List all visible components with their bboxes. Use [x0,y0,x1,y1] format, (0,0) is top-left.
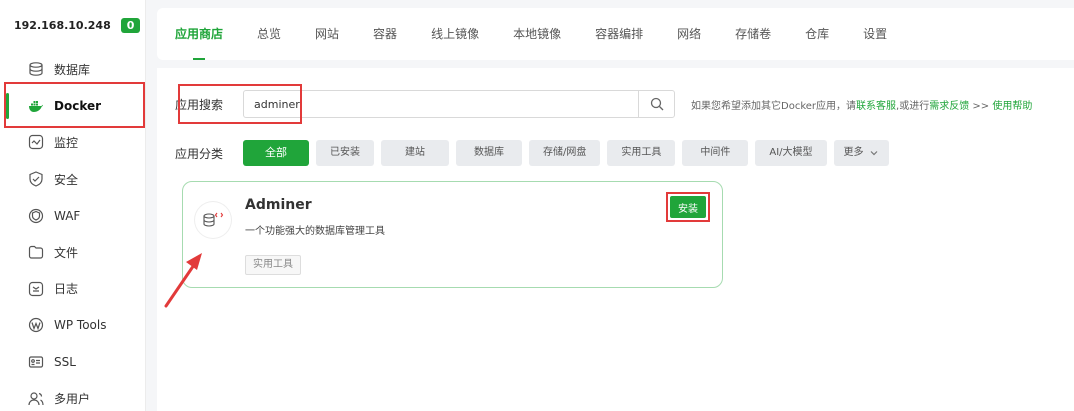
feedback-link[interactable]: 需求反馈 [929,101,969,112]
category-database[interactable]: 数据库 [456,140,522,166]
tab-overview[interactable]: 总览 [257,8,281,60]
category-storage[interactable]: 存储/网盘 [529,140,601,166]
sidebar: 192.168.10.248 0 数据库 Docker 监控 安全 WAF 文件 [0,0,146,411]
category-more-label: 更多 [843,147,864,158]
app-store-panel: 应用搜索 如果您希望添加其它Docker应用，请联系客服,或进行需求反馈 >> … [157,68,1074,411]
app-category-tag: 实用工具 [245,255,301,275]
alert-count-badge[interactable]: 0 [120,17,141,33]
chevron-down-icon [870,151,877,156]
log-icon [28,281,44,296]
sidebar-item-label: 安全 [54,172,79,187]
hint-separator: >> [969,101,993,112]
sidebar-item-label: SSL [54,355,76,370]
monitor-icon [28,135,44,150]
tab-local-images[interactable]: 本地镜像 [513,8,561,60]
docker-highlight-box [4,82,145,128]
wordpress-icon [28,318,44,333]
sidebar-item-label: WP Tools [54,318,107,333]
database-icon [29,62,43,77]
category-row: 应用分类 全部 已安装 建站 数据库 存储/网盘 实用工具 中间件 AI/大模型… [175,140,896,166]
contact-support-link[interactable]: 联系客服 [856,101,896,112]
adminer-logo-icon [195,202,231,238]
category-site-building[interactable]: 建站 [381,140,449,166]
tab-app-store[interactable]: 应用商店 [175,8,223,60]
search-button[interactable] [638,91,674,117]
sidebar-item-monitor[interactable]: 监控 [0,124,146,161]
category-more[interactable]: 更多 [833,140,889,166]
search-highlight-box [178,84,302,124]
tab-websites[interactable]: 网站 [315,8,339,60]
tab-online-images[interactable]: 线上镜像 [431,8,479,60]
sidebar-item-label: 多用户 [54,392,91,407]
host-info[interactable]: 192.168.10.248 0 [8,14,141,36]
category-installed[interactable]: 已安装 [316,140,374,166]
app-card-adminer[interactable]: Adminer 一个功能强大的数据库管理工具 实用工具 安装 [182,181,723,288]
category-utilities[interactable]: 实用工具 [607,140,676,166]
sidebar-item-label: 监控 [54,135,79,150]
tab-network[interactable]: 网络 [677,8,701,60]
category-ai-models[interactable]: AI/大模型 [755,140,827,166]
waf-icon [28,208,44,223]
ssl-icon [28,356,44,368]
sidebar-item-label: 日志 [54,282,79,297]
hint-text: ,或进行 [896,101,930,112]
category-all[interactable]: 全部 [243,140,309,166]
sidebar-item-label: WAF [54,208,81,223]
tab-containers[interactable]: 容器 [373,8,397,60]
app-name: Adminer [245,197,312,213]
sidebar-item-security[interactable]: 安全 [0,161,146,198]
sidebar-item-files[interactable]: 文件 [0,234,146,271]
install-button[interactable]: 安装 [670,196,706,218]
tab-compose[interactable]: 容器编排 [595,8,643,60]
tab-settings[interactable]: 设置 [863,8,887,60]
category-label: 应用分类 [175,146,224,161]
sidebar-item-label: 数据库 [54,62,91,77]
sidebar-item-label: 文件 [54,245,79,260]
shield-check-icon [29,171,43,187]
app-description: 一个功能强大的数据库管理工具 [245,226,385,237]
sidebar-item-wp-tools[interactable]: WP Tools [0,307,146,344]
users-icon [28,392,44,405]
docker-tab-bar: 应用商店 总览 网站 容器 线上镜像 本地镜像 容器编排 网络 存储卷 仓库 设… [157,8,1074,60]
sidebar-item-ssl[interactable]: SSL [0,344,146,381]
search-input[interactable] [244,91,639,117]
help-hint: 如果您希望添加其它Docker应用，请联系客服,或进行需求反馈 >> 使用帮助 [691,97,1032,112]
search-icon [650,97,663,111]
sidebar-item-logs[interactable]: 日志 [0,271,146,308]
hint-text: 如果您希望添加其它Docker应用，请 [691,101,857,112]
tab-registry[interactable]: 仓库 [805,8,829,60]
folder-icon [28,246,44,259]
host-ip: 192.168.10.248 [14,18,111,32]
sidebar-item-waf[interactable]: WAF [0,197,146,234]
tab-volumes[interactable]: 存储卷 [735,8,771,60]
help-link[interactable]: 使用帮助 [992,101,1032,112]
sidebar-item-users[interactable]: 多用户 [0,380,146,411]
install-highlight-box: 安装 [666,192,710,222]
search-box [243,90,675,118]
category-middleware[interactable]: 中间件 [682,140,749,166]
